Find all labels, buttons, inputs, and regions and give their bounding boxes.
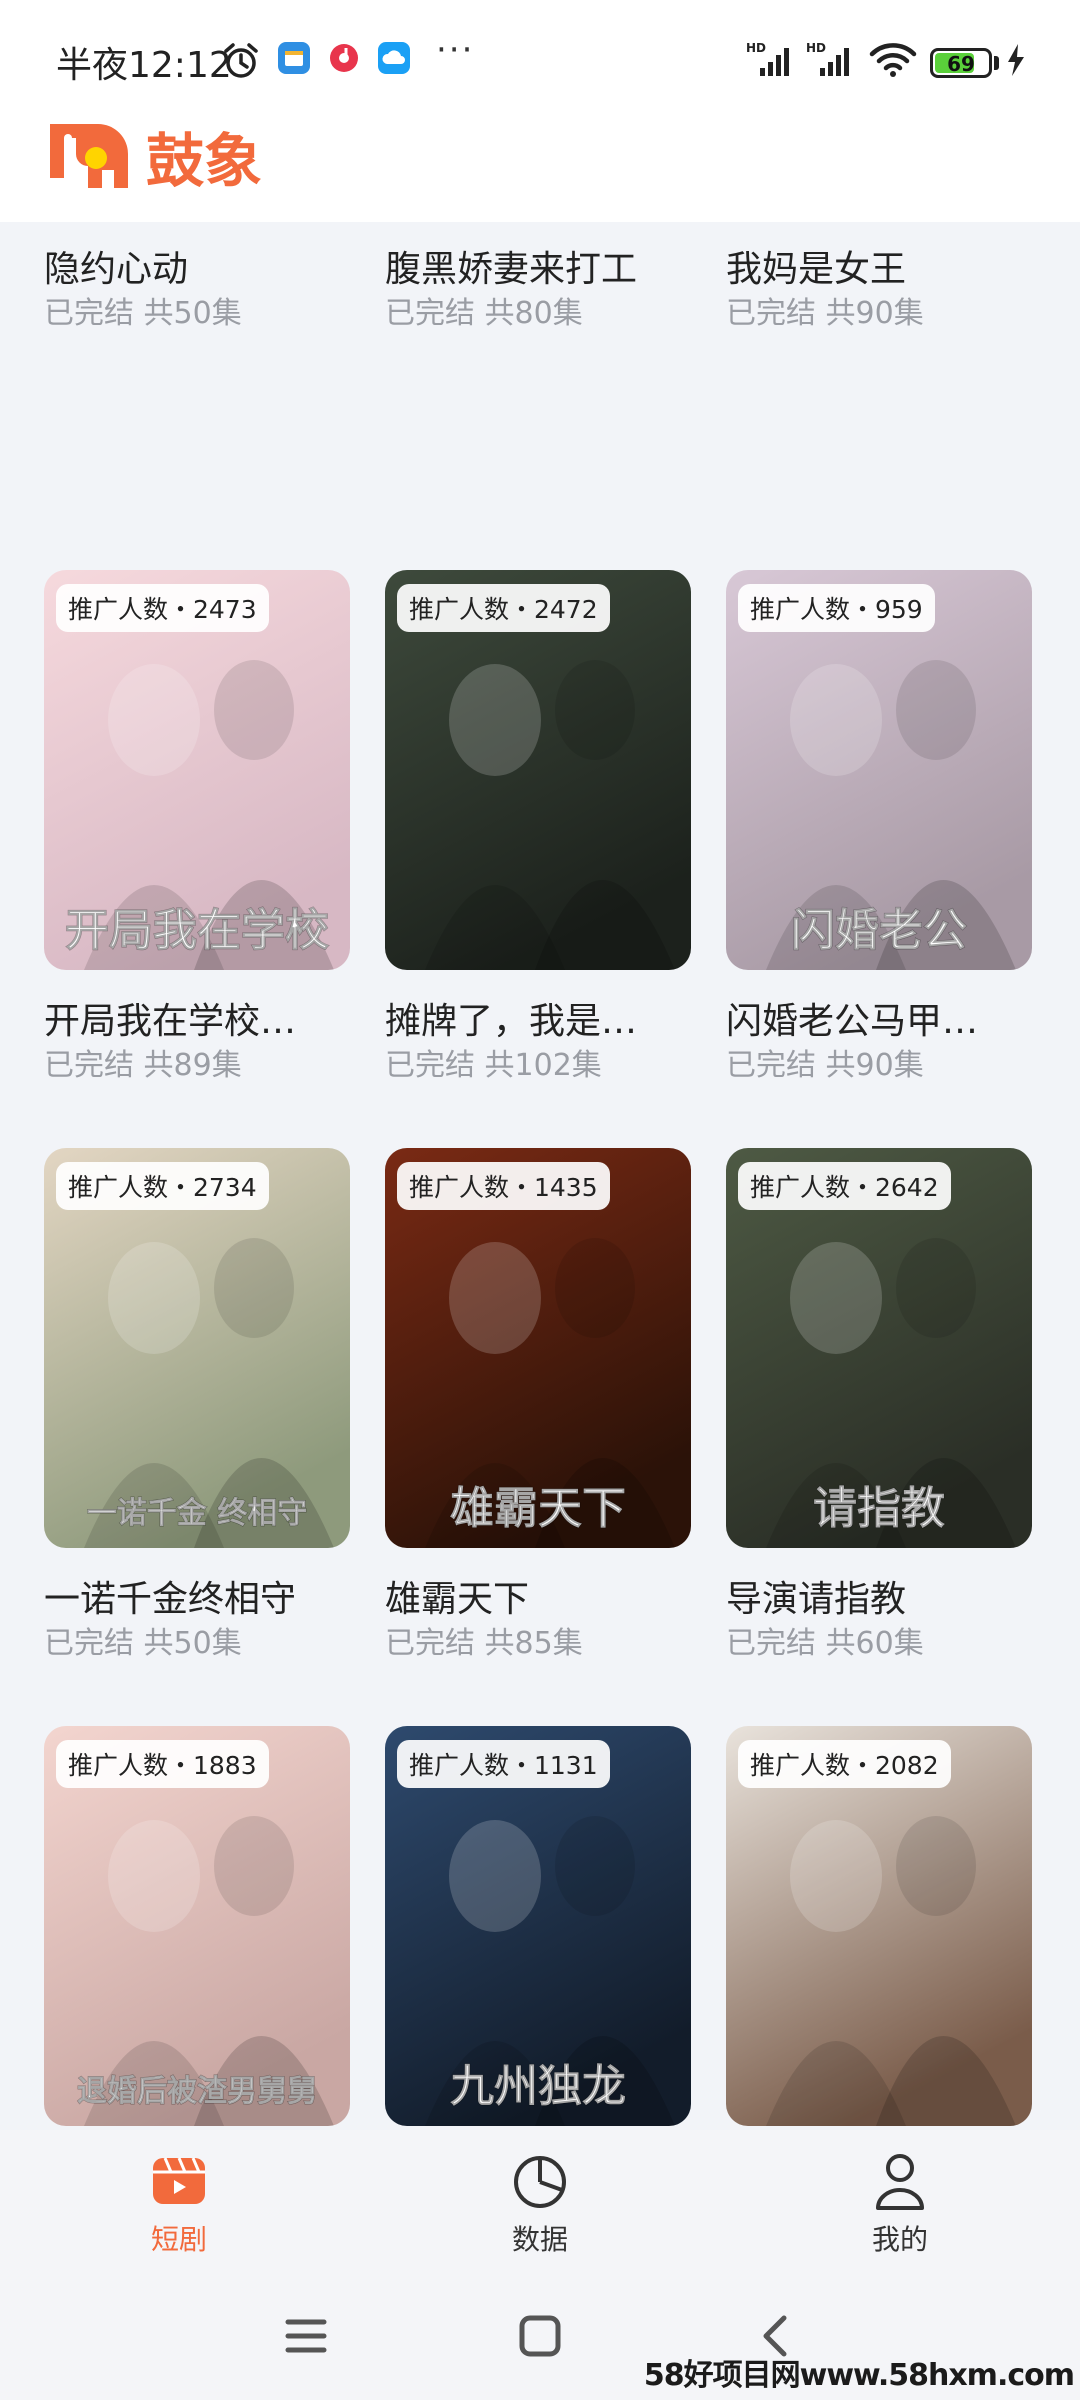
signal-hd-1-icon: HD	[746, 40, 796, 84]
svg-text:HD: HD	[806, 41, 826, 55]
nav-tab-data[interactable]: 数据	[460, 2150, 620, 2258]
battery-cap	[994, 56, 999, 70]
poster-title-art: 九州独龙	[450, 2061, 626, 2112]
nav-label-data: 数据	[511, 2223, 568, 2256]
music-app-icon	[328, 42, 360, 74]
pie-chart-icon	[514, 2156, 566, 2208]
drama-poster[interactable]: 雄霸天下 推广人数・1435	[385, 1148, 691, 1548]
drama-episode-info: 已完结 共80集	[385, 296, 583, 331]
promo-count-badge: 推广人数・1435	[397, 1162, 610, 1210]
promo-count-badge: 推广人数・2473	[56, 584, 269, 632]
watermark: 58好项目网www.58hxm.com	[643, 2358, 1075, 2393]
drama-title: 腹黑娇妻来打工	[385, 249, 638, 290]
drama-title: 一诺千金终相守	[44, 1579, 297, 1620]
nav-tab-short-drama[interactable]: 短剧	[99, 2150, 259, 2258]
menu-icon[interactable]	[284, 2314, 328, 2362]
drama-poster[interactable]: 退婚后被渣男舅舅 推广人数・1883	[44, 1726, 350, 2126]
drama-poster[interactable]: 闪婚老公 推广人数・959	[726, 570, 1032, 970]
poster-title-art: 雄霸天下	[450, 1483, 626, 1534]
promo-count-badge: 推广人数・1131	[397, 1740, 610, 1788]
drama-poster[interactable]: 推广人数・2472	[385, 570, 691, 970]
battery-level: 69	[947, 52, 975, 76]
drama-poster[interactable]: 一诺千金 终相守 推广人数・2734	[44, 1148, 350, 1548]
more-notifications-icon: ···	[436, 30, 475, 70]
person-icon	[876, 2154, 924, 2210]
poster-title-art: 闪婚老公	[791, 905, 967, 956]
drama-title: 导演请指教	[726, 1579, 907, 1620]
drama-title: 雄霸天下	[385, 1579, 530, 1620]
promo-count-badge: 推广人数・959	[738, 584, 935, 632]
nav-label-mine: 我的	[871, 2223, 928, 2256]
drama-poster[interactable]: 请指教 推广人数・2642	[726, 1148, 1032, 1548]
nav-label-short-drama: 短剧	[150, 2223, 207, 2256]
wifi-icon	[868, 42, 918, 82]
clapperboard-icon	[153, 2157, 205, 2204]
drama-episode-info: 已完结 共85集	[385, 1626, 583, 1661]
app-logo-icon	[40, 114, 132, 196]
home-square-icon[interactable]	[518, 2314, 562, 2362]
cloud-app-icon	[378, 42, 410, 74]
svg-text:HD: HD	[746, 41, 766, 55]
alarm-clock-icon	[222, 42, 260, 84]
drama-episode-info: 已完结 共102集	[385, 1048, 602, 1083]
drama-episode-info: 已完结 共89集	[44, 1048, 242, 1083]
promo-count-badge: 推广人数・2734	[56, 1162, 269, 1210]
promo-count-badge: 推广人数・2082	[738, 1740, 951, 1788]
drama-poster[interactable]: 推广人数・2082	[726, 1726, 1032, 2126]
drama-episode-info: 已完结 共60集	[726, 1626, 924, 1661]
status-time: 半夜12:12	[56, 45, 232, 86]
promo-count-badge: 推广人数・2472	[397, 584, 610, 632]
drama-poster[interactable]: 九州独龙 推广人数・1131	[385, 1726, 691, 2126]
poster-title-art: 请指教	[813, 1483, 945, 1534]
app-header: 半夜12:12 ··· HD HD 69 鼓象	[0, 0, 1080, 222]
drama-episode-info: 已完结 共50集	[44, 1626, 242, 1661]
nav-tab-mine[interactable]: 我的	[820, 2150, 980, 2258]
drama-grid: 隐约心动已完结 共50集腹黑娇妻来打工腹黑娇妻来打工已完结 共80集我妈是女王我…	[0, 0, 1080, 2400]
drama-title: 闪婚老公马甲…	[726, 1001, 979, 1042]
signal-hd-2-icon: HD	[806, 40, 856, 84]
battery-icon: 69	[930, 48, 992, 78]
poster-title-art: 一诺千金 终相守	[87, 1496, 307, 1531]
poster-title-art: 退婚后被渣男舅舅	[77, 2074, 317, 2109]
app-name: 鼓象	[146, 127, 263, 195]
calendar-app-icon	[278, 42, 310, 74]
drama-title: 开局我在学校…	[44, 1001, 297, 1042]
charging-bolt-icon	[1006, 44, 1026, 80]
drama-episode-info: 已完结 共90集	[726, 1048, 924, 1083]
drama-episode-info: 已完结 共50集	[44, 296, 242, 331]
drama-title: 隐约心动	[44, 249, 189, 290]
promo-count-badge: 推广人数・1883	[56, 1740, 269, 1788]
drama-title: 摊牌了，我是…	[385, 1001, 638, 1042]
drama-episode-info: 已完结 共90集	[726, 296, 924, 331]
drama-poster[interactable]: 开局我在学校 推广人数・2473	[44, 570, 350, 970]
bottom-nav: 短剧 数据 我的	[0, 2130, 1080, 2270]
poster-title-art: 开局我在学校	[65, 905, 329, 956]
status-bar: 半夜12:12 ··· HD HD 69	[0, 0, 1080, 120]
drama-title: 我妈是女王	[726, 249, 907, 290]
promo-count-badge: 推广人数・2642	[738, 1162, 951, 1210]
